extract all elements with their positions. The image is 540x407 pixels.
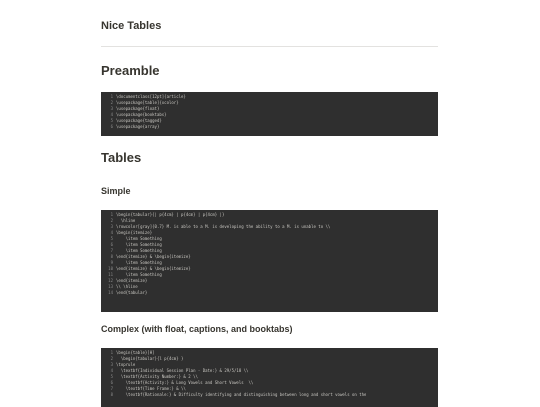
code-line-text: \textbf{Rationale:} & Difficulty identif… xyxy=(116,392,367,397)
line-number: 6 xyxy=(110,124,113,129)
code-block-preamble[interactable]: 1 \documentclass[12pt]{article} 2 \usepacka… xyxy=(101,92,438,136)
code-block-complex[interactable]: 1 \begin{table}[H] 2 \begin{tabular}{l p{4… xyxy=(101,348,438,407)
divider xyxy=(101,46,438,47)
notion-page: Nice Tables Preamble 1 \documentclass[12p… xyxy=(0,0,540,407)
heading-complex: Complex (with float, captions, and bookt… xyxy=(101,324,293,334)
code-line-text: \end{tabular} xyxy=(116,290,148,295)
heading-simple: Simple xyxy=(101,186,131,196)
page-title: Nice Tables xyxy=(101,20,162,32)
line-number: 14 xyxy=(108,290,113,295)
code-line: 14 \end{tabular} xyxy=(101,290,438,296)
code-block-simple[interactable]: 1 \begin{tabular}{| p{4cm} | p{4cm} | p{4… xyxy=(101,210,438,312)
line-number: 8 xyxy=(110,392,113,397)
code-line-text: \usepackage{array} xyxy=(116,124,160,129)
code-line: 8 \textbf{Rationale:} & Difficulty ident… xyxy=(101,392,438,398)
heading-tables: Tables xyxy=(101,150,142,165)
heading-preamble: Preamble xyxy=(101,63,160,78)
code-line: 6 \usepackage{array} xyxy=(101,124,438,130)
